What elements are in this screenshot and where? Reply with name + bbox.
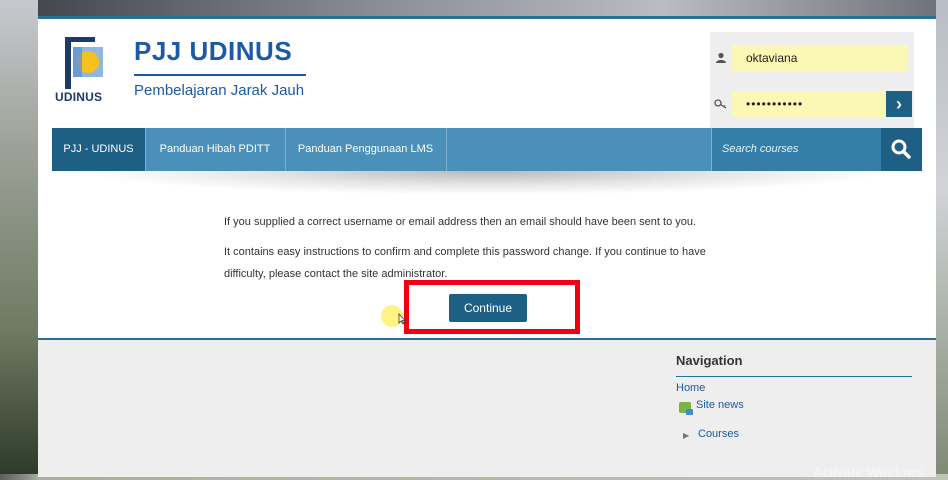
site-subtitle: Pembelajaran Jarak Jauh: [134, 82, 305, 99]
nav-item-pjj-udinus[interactable]: PJJ - UDINUS: [52, 128, 146, 171]
caret-right-icon[interactable]: ▶: [683, 431, 689, 440]
site-title[interactable]: PJJ UDINUS: [134, 36, 292, 67]
udinus-logo-icon[interactable]: [65, 37, 111, 89]
title-divider: [134, 74, 306, 76]
search-courses-input[interactable]: Search courses: [711, 128, 882, 171]
username-field[interactable]: oktaviana: [732, 45, 908, 71]
site-news-icon: [679, 402, 693, 415]
desktop-background-right: [936, 0, 948, 474]
mouse-cursor-icon: [398, 312, 406, 328]
key-icon: [714, 98, 728, 112]
nav-link-site-news[interactable]: Site news: [696, 399, 744, 411]
nav-item-panduan-hibah[interactable]: Panduan Hibah PDITT: [145, 128, 286, 171]
browser-page: UDINUS PJJ UDINUS Pembelajaran Jarak Jau…: [38, 16, 936, 477]
search-button[interactable]: [881, 128, 922, 171]
page-footer: Navigation Home Site news ▶ Courses: [38, 338, 936, 477]
login-submit-button[interactable]: ›: [886, 91, 912, 117]
search-icon: [891, 139, 911, 159]
nav-link-courses[interactable]: Courses: [698, 428, 739, 440]
search-placeholder: Search courses: [722, 143, 799, 155]
nav-link-home[interactable]: Home: [676, 382, 705, 394]
login-box: oktaviana ••••••••••• ›: [710, 32, 914, 128]
main-navbar: PJJ - UDINUS Panduan Hibah PDITT Panduan…: [52, 128, 922, 171]
confirmation-message-2: It contains easy instructions to confirm…: [224, 246, 706, 280]
navbar-shadow: [78, 171, 896, 195]
desktop-background-left: [0, 0, 38, 474]
confirmation-message-1: If you supplied a correct username or em…: [224, 216, 697, 228]
continue-button[interactable]: Continue: [449, 294, 527, 322]
navigation-block-title: Navigation: [676, 353, 743, 368]
user-icon: [714, 52, 728, 66]
activate-windows-watermark: Activate Windows: [813, 464, 924, 480]
navigation-block-divider: [676, 376, 912, 377]
nav-item-panduan-lms[interactable]: Panduan Penggunaan LMS: [285, 128, 447, 171]
logo-text: UDINUS: [55, 90, 103, 104]
desktop-background-top: [0, 0, 948, 16]
password-field[interactable]: •••••••••••: [732, 91, 886, 117]
